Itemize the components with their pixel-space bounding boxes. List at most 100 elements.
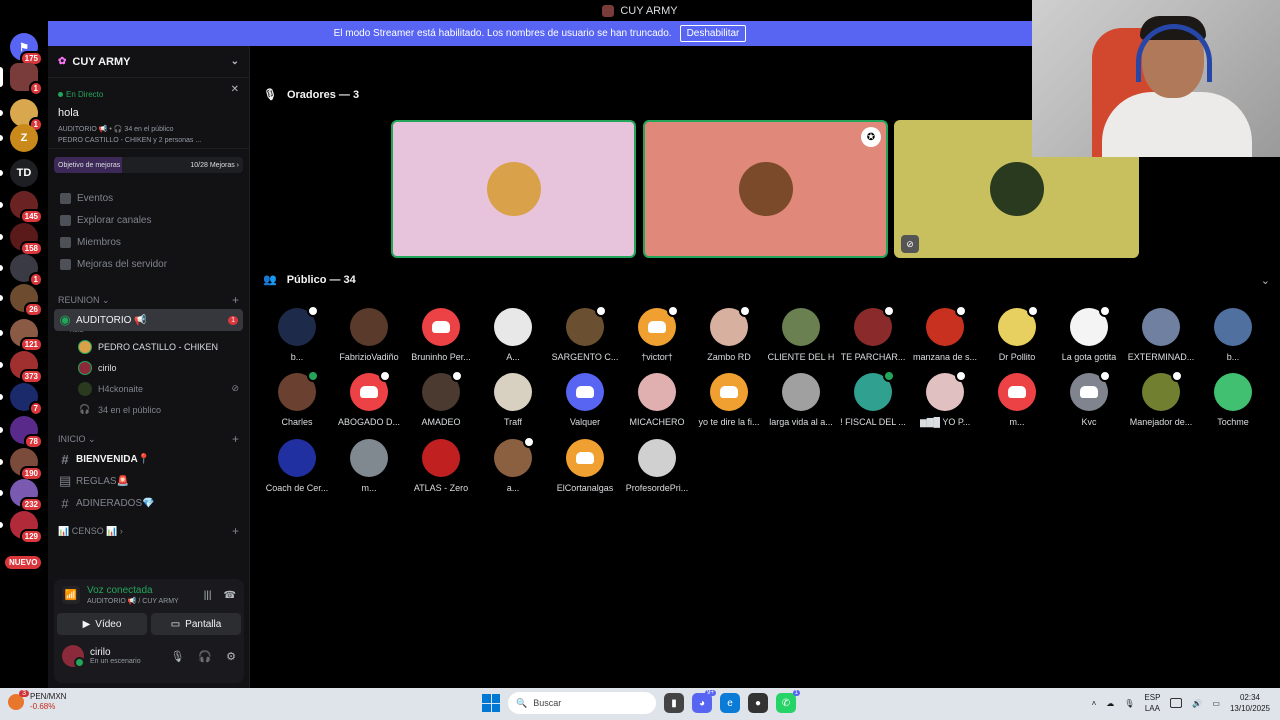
audience-member[interactable]: Coach de Cer... [261, 439, 333, 493]
audience-member[interactable]: ProfesordePri... [621, 439, 693, 493]
server-icon[interactable]: 1 [10, 99, 43, 132]
audience-member[interactable]: Valquer [549, 373, 621, 427]
chevron-up-icon[interactable]: ˄ [1092, 699, 1097, 708]
volume-icon[interactable]: 🔊 [1192, 699, 1202, 708]
server-icon[interactable]: Z [10, 124, 38, 152]
audience-member[interactable]: larga vida al a... [765, 373, 837, 427]
server-header[interactable]: ✿ CUY ARMY ⌄ [48, 46, 249, 78]
voice-channel-auditorio[interactable]: ◉ AUDITORIO 📢 1 [54, 309, 243, 331]
boost-goal-bar[interactable]: Objetivo de mejoras 10/28 Mejoras › [54, 157, 243, 173]
noise-suppression-icon[interactable]: ||| [204, 590, 212, 601]
audience-count[interactable]: 🎧 34 en el público [48, 399, 249, 420]
audience-member[interactable]: SARGENTO C... [549, 305, 621, 362]
whatsapp-icon[interactable]: ✆ 1 [776, 690, 800, 713]
chevron-down-icon[interactable]: ⌄ [1261, 274, 1270, 287]
nav-browse-channels[interactable]: Explorar canales [48, 209, 249, 231]
audience-member[interactable]: La gota gotita [1053, 305, 1125, 362]
audience-member[interactable]: Dr Pollito [981, 305, 1053, 362]
audience-member[interactable]: Kvc [1053, 370, 1125, 427]
text-channel[interactable]: # BIENVENIDA📍 [54, 448, 243, 470]
audience-member[interactable]: m... [333, 439, 405, 493]
edge-icon[interactable]: e [720, 693, 740, 713]
server-icon[interactable]: TD [10, 159, 38, 187]
audience-member[interactable]: ! FISCAL DEL ... [837, 370, 909, 427]
audience-member[interactable]: Traff [477, 373, 549, 427]
audience-member[interactable]: ABOGADO D... [333, 370, 405, 427]
nav-server-boosts[interactable]: Mejoras del servidor [48, 253, 249, 275]
audience-member[interactable]: Manejador de... [1125, 370, 1197, 427]
audience-member[interactable]: Tochme [1197, 373, 1269, 427]
server-icon[interactable]: 121 [10, 319, 43, 352]
video-button[interactable]: ▶ Vídeo [57, 613, 147, 635]
server-icon[interactable]: 158 [10, 223, 43, 256]
microphone-icon[interactable]: 🎙 [170, 650, 184, 663]
disable-streamer-button[interactable]: Deshabilitar [679, 25, 747, 42]
add-channel-icon[interactable]: + [232, 432, 239, 446]
audience-member[interactable]: CLIENTE DEL H [765, 308, 837, 362]
nav-events[interactable]: Eventos [48, 187, 249, 209]
audience-member[interactable]: EXTERMINAD... [1125, 308, 1197, 362]
language-indicator[interactable]: ESP LAA [1144, 692, 1160, 714]
speaker-tile[interactable] [391, 120, 636, 258]
voice-user[interactable]: PEDRO CASTILLO - CHIKEN [48, 336, 249, 357]
nav-members[interactable]: Miembros [48, 231, 249, 253]
audience-member[interactable]: b... [261, 305, 333, 362]
add-channel-icon[interactable]: + [232, 293, 239, 307]
task-view-icon[interactable]: ▮ [664, 693, 684, 713]
server-icon[interactable]: 78 [10, 416, 43, 449]
discord-taskbar-icon[interactable]: ◕ 9+ [692, 690, 716, 713]
audience-member[interactable]: MICACHERO [621, 373, 693, 427]
signal-icon[interactable]: 📶 [62, 586, 80, 604]
audience-member[interactable]: ▆▇█ YO P... [909, 370, 981, 428]
audience-member[interactable]: ElCortanalgas [549, 439, 621, 493]
audience-member[interactable]: b... [1197, 308, 1269, 362]
clock[interactable]: 02:34 13/10/2025 [1230, 692, 1270, 714]
gear-icon[interactable]: ⚙ [226, 650, 236, 663]
audience-member[interactable]: m... [981, 373, 1053, 427]
disconnect-icon[interactable]: ☎ [224, 590, 236, 601]
server-icon[interactable]: 7 [10, 383, 43, 416]
server-icon[interactable]: 129 [10, 511, 43, 544]
speaker-tile[interactable]: ✪ [643, 120, 888, 258]
user-name[interactable]: cirilo [90, 647, 141, 658]
audience-member[interactable]: Bruninho Per... [405, 308, 477, 362]
avatar[interactable] [62, 645, 85, 668]
voice-location[interactable]: AUDITORIO 📢 / CUY ARMY [87, 597, 179, 605]
add-channel-icon[interactable]: + [232, 524, 239, 538]
audience-member[interactable]: TE PARCHAR... [837, 305, 909, 362]
audience-member[interactable]: yo te dire la fi... [693, 373, 765, 427]
audience-member[interactable]: Zambo RD [693, 305, 765, 362]
audience-member[interactable]: AMADEO [405, 370, 477, 427]
microphone-icon[interactable]: 🎙 [1124, 699, 1134, 708]
category-reunion[interactable]: REUNION ⌄ + [48, 291, 249, 309]
text-channel[interactable]: ▤ REGLAS🚨 [54, 470, 243, 492]
server-icon[interactable]: 1 [10, 63, 43, 96]
windows-start-icon[interactable] [482, 694, 500, 712]
server-icon[interactable]: 232 [10, 479, 43, 512]
server-icon[interactable]: 1 [10, 254, 43, 287]
audience-member[interactable]: †victor† [621, 305, 693, 362]
server-icon[interactable]: 26 [10, 284, 43, 317]
new-badge[interactable]: NUEVO [5, 556, 42, 569]
cloud-icon[interactable]: ☁ [1106, 699, 1114, 708]
live-stage-card[interactable]: En Directo hola AUDITORIO 📢 • 🎧 34 en el… [48, 78, 249, 149]
chevron-down-icon[interactable]: ⌄ [231, 56, 239, 67]
stock-widget[interactable]: 3 PEN/MXN -0.68% [8, 690, 66, 712]
audience-member[interactable]: A... [477, 308, 549, 362]
monitor-icon[interactable] [1170, 698, 1183, 708]
voice-status[interactable]: Voz conectada [87, 585, 179, 596]
audience-member[interactable]: manzana de s... [909, 305, 981, 362]
screen-share-button[interactable]: ▭ Pantalla [151, 613, 241, 635]
audience-member[interactable]: a... [477, 436, 549, 493]
headphones-icon[interactable]: 🎧 [198, 650, 212, 663]
obs-icon[interactable]: ● [748, 693, 768, 713]
taskbar-search[interactable]: 🔍 Buscar [508, 692, 656, 714]
audience-member[interactable]: Charles [261, 370, 333, 427]
server-icon[interactable]: 190 [10, 448, 43, 481]
audience-member[interactable]: FabrizioVadiño [333, 308, 405, 362]
audience-member[interactable]: ATLAS - Zero [405, 439, 477, 493]
category-censo[interactable]: 📊 CENSO 📊 › + [48, 522, 249, 540]
close-icon[interactable]: ✕ [231, 84, 239, 95]
server-icon[interactable]: ⚑ 175 [10, 33, 43, 66]
text-channel[interactable]: # ADINERADOS💎 [54, 492, 243, 514]
